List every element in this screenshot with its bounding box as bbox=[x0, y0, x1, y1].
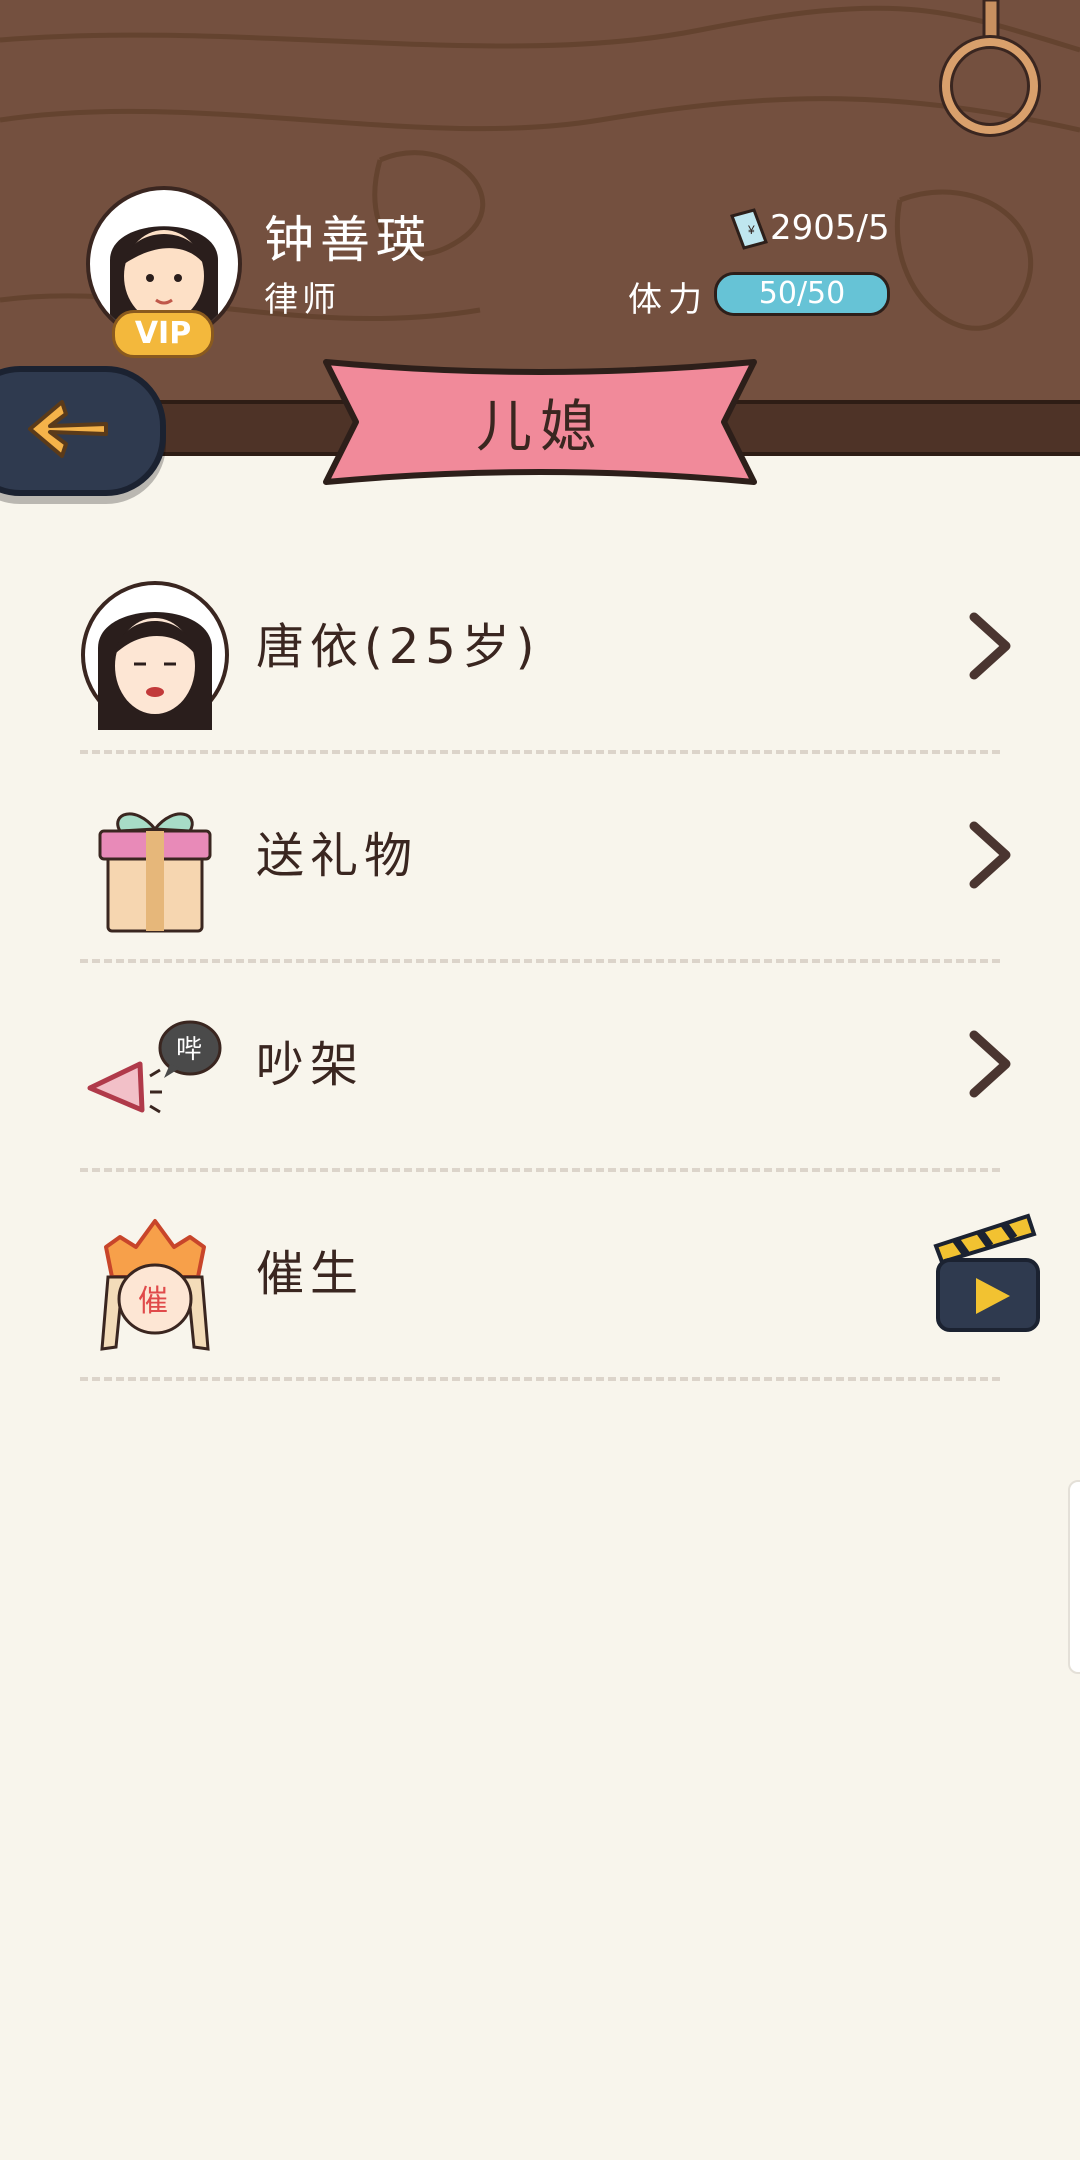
floating-edge-handle[interactable] bbox=[1068, 1480, 1080, 1674]
list-item-label: 吵架 bbox=[256, 1037, 365, 1093]
money-value: 2905/5 bbox=[770, 208, 890, 248]
list-item-label: 催生 bbox=[256, 1246, 365, 1302]
list-item-label: 唐依(25岁) bbox=[256, 619, 541, 675]
stamina-bar: 50/50 bbox=[714, 272, 890, 316]
stamina-label: 体力 bbox=[628, 280, 708, 320]
urge-baby-icon: 催 bbox=[80, 1207, 230, 1357]
megaphone-bubble-text: 哔 bbox=[176, 1035, 202, 1065]
svg-text:¥: ¥ bbox=[747, 223, 755, 237]
player-name: 钟善瑛 bbox=[264, 211, 432, 269]
list-item-daughter-in-law[interactable]: 唐依(25岁) bbox=[80, 545, 1011, 754]
list-item-send-gift[interactable]: 送礼物 bbox=[80, 754, 1011, 963]
daughter-in-law-avatar-icon bbox=[80, 580, 230, 730]
chevron-right-icon bbox=[969, 612, 1011, 680]
page-title: 儿媳 bbox=[476, 395, 604, 460]
action-list: 唐依(25岁) 送礼物 哔 吵架 催 催生 bbox=[80, 545, 1040, 1381]
stamina-value: 50/50 bbox=[758, 276, 846, 311]
chevron-right-icon bbox=[969, 821, 1011, 889]
vip-badge: VIP bbox=[112, 310, 214, 358]
chevron-right-icon bbox=[969, 1030, 1011, 1098]
banknote-icon: ¥ bbox=[730, 208, 768, 250]
urge-icon-text: 催 bbox=[138, 1284, 168, 1319]
player-job: 律师 bbox=[264, 280, 340, 320]
list-item-urge-baby[interactable]: 催 催生 bbox=[80, 1172, 1040, 1381]
video-ad-icon[interactable] bbox=[932, 1212, 1044, 1332]
arrow-left-icon bbox=[28, 400, 108, 458]
hanging-ring-icon bbox=[939, 0, 1041, 137]
list-item-label: 送礼物 bbox=[256, 828, 419, 884]
list-item-quarrel[interactable]: 哔 吵架 bbox=[80, 963, 1011, 1172]
megaphone-icon: 哔 bbox=[80, 998, 230, 1148]
gift-icon bbox=[80, 789, 230, 939]
back-button[interactable] bbox=[0, 366, 166, 496]
